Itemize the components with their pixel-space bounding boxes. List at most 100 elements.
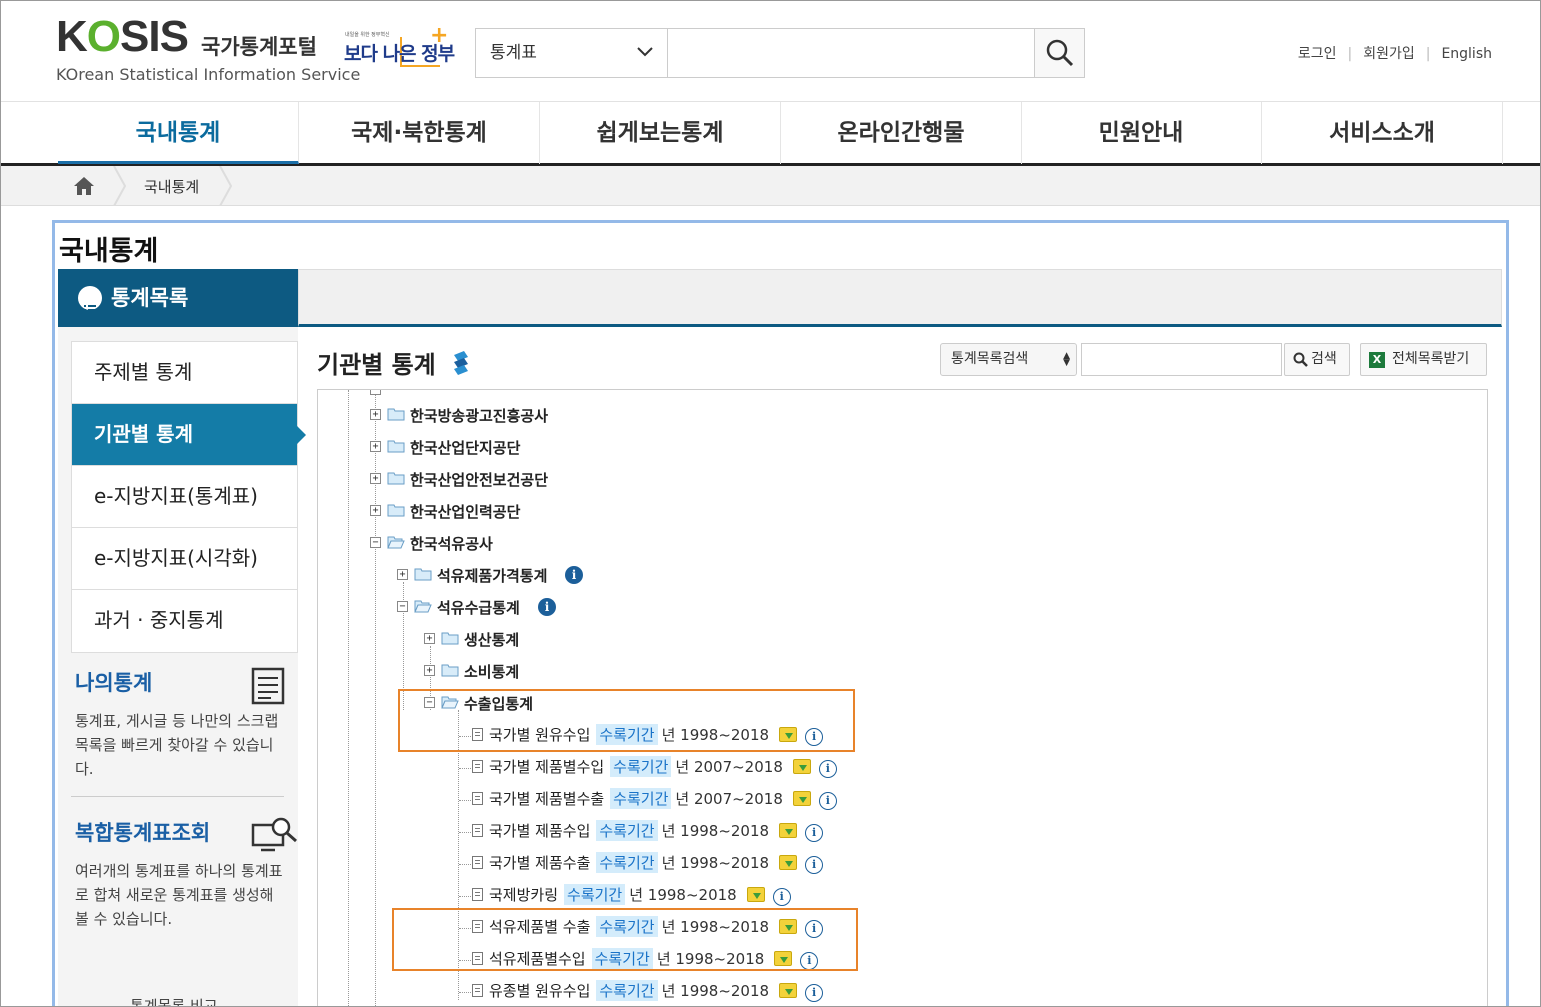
bottom-link-cut[interactable]: 통계목록 비교 — [130, 995, 218, 1006]
list-header-title: 통계목록 — [111, 286, 189, 310]
download-icon[interactable] — [792, 759, 811, 774]
leaf-name: 유종별 원유수입 — [489, 982, 591, 1000]
period-tag[interactable]: 수록기간 — [610, 788, 672, 809]
leaf-name: 국가별 제품별수입 — [489, 758, 605, 776]
table-doc-icon — [472, 888, 483, 901]
list-search-button-label: 검색 — [1311, 351, 1337, 367]
download-icon[interactable] — [746, 887, 765, 902]
folder-icon — [387, 472, 405, 485]
updown-arrows-icon: ▲ ▼ — [1063, 351, 1070, 368]
menu-by-agency[interactable]: 기관별 통계 — [72, 404, 306, 466]
collapse-toggle[interactable]: − — [397, 601, 408, 612]
menu-past-stats[interactable]: 과거 · 중지통계 — [72, 590, 297, 652]
expand-toggle[interactable]: + — [370, 441, 381, 452]
tree-node-label: 한국방송광고진흥공사 — [410, 407, 549, 425]
leaf-name: 국가별 제품수출 — [489, 854, 591, 872]
tree-node-label: 한국산업인력공단 — [410, 503, 521, 521]
util-links: 로그인 | 회원가입 | English — [1297, 46, 1492, 62]
download-icon[interactable] — [792, 791, 811, 806]
list-search-button[interactable]: 검색 — [1284, 343, 1350, 376]
collapse-toggle[interactable]: − — [370, 537, 381, 548]
breadcrumb: 국내통계 — [1, 166, 1540, 206]
tree-guide — [459, 768, 471, 769]
promo-compound-table[interactable]: 복합통계표조회 여러개의 통계표를 하나의 통계표로 합쳐 새로운 통계표를 생… — [75, 817, 297, 931]
list-header: 통계목록 — [58, 269, 298, 327]
expand-toggle[interactable]: + — [424, 665, 435, 676]
menu-e-local-table[interactable]: e-지방지표(통계표) — [72, 466, 297, 528]
download-icon[interactable] — [779, 855, 798, 870]
tree-leaf-table[interactable]: 유종별 원유수입 수록기간 년 1998~2018 i — [472, 980, 824, 1004]
menu-e-local-visual[interactable]: e-지방지표(시각화) — [72, 528, 297, 590]
period-tag[interactable]: 수록기간 — [564, 884, 626, 905]
tree-node-label: 한국산업단지공단 — [410, 439, 521, 457]
promo-my-stats[interactable]: 나의통계 통계표, 게시글 등 나만의 스크랩 목록을 빠르게 찾아갈 수 있습… — [75, 667, 285, 781]
tree-guide — [459, 896, 471, 897]
expand-toggle[interactable]: + — [370, 409, 381, 420]
join-link[interactable]: 회원가입 — [1363, 46, 1415, 62]
download-icon[interactable] — [779, 823, 798, 838]
highlight-box — [398, 689, 855, 752]
tree-guide — [459, 864, 471, 865]
info-icon[interactable]: i — [772, 888, 791, 906]
expand-toggle[interactable]: + — [370, 505, 381, 516]
tree-leaf-table[interactable]: 국가별 제품별수입 수록기간 년 2007~2018 i — [472, 756, 837, 780]
tree-node-label: 한국산업안전보건공단 — [410, 471, 549, 489]
expand-toggle[interactable]: + — [397, 569, 408, 580]
home-icon[interactable] — [73, 176, 95, 196]
info-icon[interactable]: i — [565, 566, 583, 584]
login-link[interactable]: 로그인 — [1298, 46, 1337, 62]
tree-leaf-table[interactable]: 국제방카링 수록기간 년 1998~2018 i — [472, 884, 791, 908]
logo-portal-text: 국가통계포털 — [201, 35, 317, 59]
period-tag[interactable]: 수록기간 — [596, 852, 658, 873]
tree-leaf-table[interactable]: 국가별 제품별수출 수록기간 년 2007~2018 i — [472, 788, 837, 812]
leaf-years: 년 1998~2018 — [661, 854, 770, 872]
expand-toggle[interactable]: + — [370, 473, 381, 484]
section-title-text: 기관별 통계 — [317, 351, 436, 379]
download-icon[interactable] — [779, 983, 798, 998]
tree-node-label: 생산통계 — [464, 631, 520, 649]
leaf-name: 국제방카링 — [489, 886, 559, 904]
tree-leaf-table[interactable]: 국가별 제품수출 수록기간 년 1998~2018 i — [472, 852, 824, 876]
nav-domestic[interactable]: 국내통계 — [58, 102, 299, 164]
menu-by-topic[interactable]: 주제별 통계 — [72, 342, 297, 404]
tree-node-label: 석유제품가격통계 — [437, 567, 548, 585]
search-icon — [1293, 352, 1308, 367]
kosis-logo[interactable]: KOSIS 국가통계포털 KOrean Statistical Informat… — [56, 15, 360, 85]
collapse-toggle — [370, 390, 381, 395]
folder-open-icon — [414, 600, 432, 613]
info-icon[interactable]: i — [818, 792, 837, 810]
english-link[interactable]: English — [1441, 46, 1492, 62]
nav-international[interactable]: 국제·북한통계 — [299, 102, 540, 164]
search-category-value: 통계표 — [490, 43, 537, 63]
plus-icon: + — [430, 23, 449, 48]
list-search-filter[interactable]: 통계목록검색 ▲ ▼ — [940, 343, 1077, 376]
tree-guide — [459, 832, 471, 833]
info-icon[interactable]: i — [805, 824, 824, 842]
download-all-button[interactable]: X 전체목록받기 — [1360, 343, 1487, 376]
info-icon[interactable]: i — [805, 856, 824, 874]
search-button[interactable] — [1034, 29, 1084, 77]
global-search: 통계표 — [475, 28, 1085, 78]
breadcrumb-separator — [219, 166, 233, 206]
info-icon[interactable]: i — [805, 984, 824, 1002]
page-title: 국내통계 — [59, 236, 159, 267]
section-title: 기관별 통계 — [317, 345, 468, 380]
search-input[interactable] — [668, 29, 1036, 77]
info-icon[interactable]: i — [538, 598, 556, 616]
nav-service[interactable]: 서비스소개 — [1262, 102, 1503, 164]
nav-easy-stats[interactable]: 쉽게보는통계 — [540, 102, 781, 164]
page-frame: KOSIS 국가통계포털 KOrean Statistical Informat… — [0, 0, 1541, 1007]
tree-leaf-table[interactable]: 국가별 제품수입 수록기간 년 1998~2018 i — [472, 820, 824, 844]
period-tag[interactable]: 수록기간 — [596, 980, 658, 1001]
period-tag[interactable]: 수록기간 — [610, 756, 672, 777]
period-tag[interactable]: 수록기간 — [596, 820, 658, 841]
folder-icon — [441, 664, 459, 677]
info-icon[interactable]: i — [818, 760, 837, 778]
search-category-select[interactable]: 통계표 — [476, 29, 668, 77]
expand-toggle[interactable]: + — [424, 633, 435, 644]
list-search-input[interactable] — [1081, 343, 1282, 376]
nav-publications[interactable]: 온라인간행물 — [781, 102, 1022, 164]
monitor-search-icon — [251, 817, 297, 852]
breadcrumb-current[interactable]: 국내통계 — [144, 176, 199, 197]
nav-civil[interactable]: 민원안내 — [1021, 102, 1262, 164]
